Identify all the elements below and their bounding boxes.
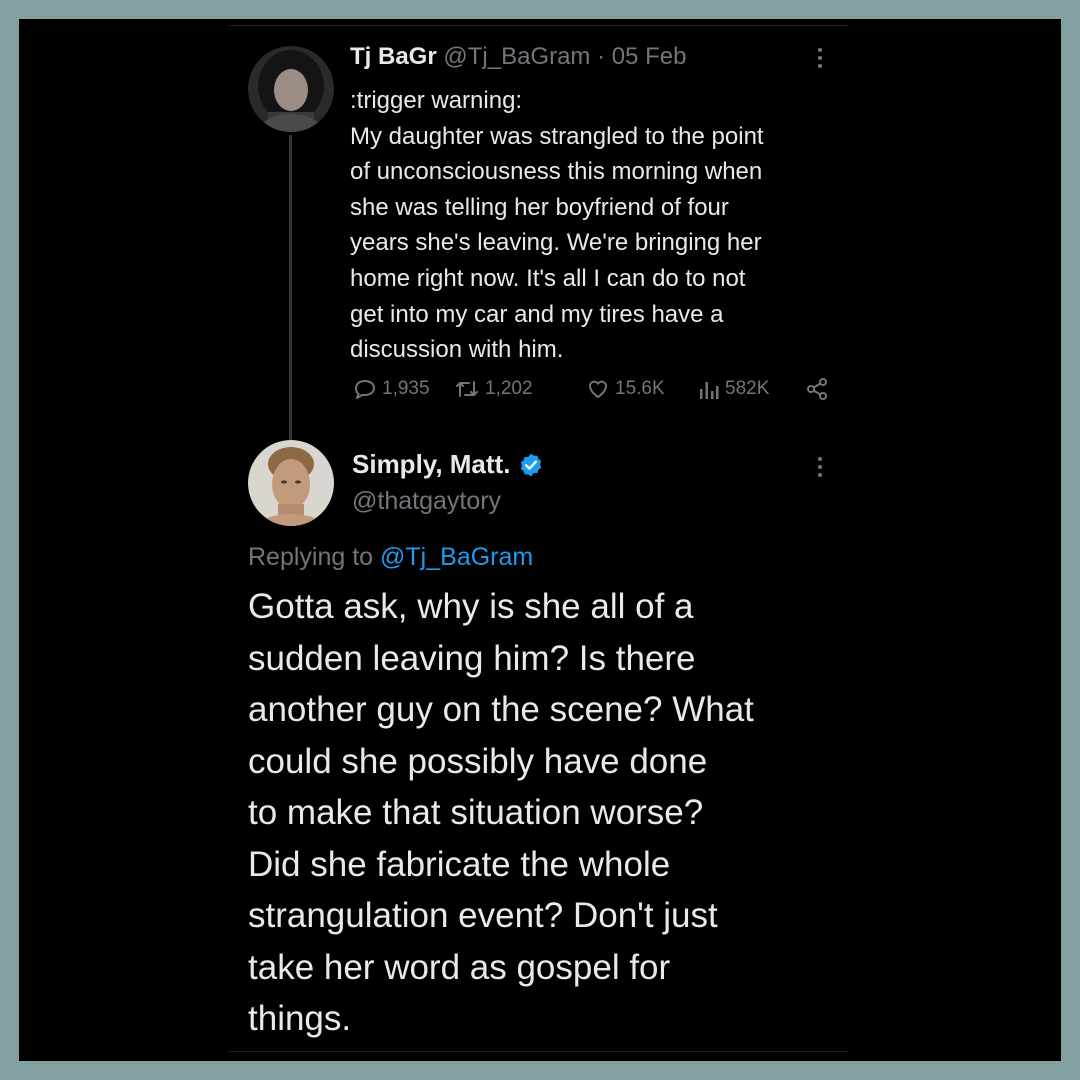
reply-button[interactable]: 1,935 [353, 375, 430, 403]
retweet-icon [456, 381, 478, 397]
reply-author-handle[interactable]: @thatgaytory [352, 487, 501, 516]
views-icon [700, 382, 719, 399]
reply-text: Gotta ask, why is she all of a sudden le… [248, 587, 754, 1038]
avatar-simply-matt[interactable] [248, 440, 334, 526]
reply-count: 1,935 [382, 378, 430, 399]
tweet-text: :trigger warning: My daughter was strang… [350, 87, 764, 364]
divider [229, 1051, 849, 1052]
retweet-button[interactable]: 1,202 [454, 375, 533, 403]
author-handle[interactable]: @Tj_BaGram [443, 43, 590, 70]
screenshot-frame: Tj BaGr @Tj_BaGram · 05 Feb :trigger war… [19, 19, 1061, 1061]
share-icon [807, 378, 827, 400]
tweet-header: Tj BaGr @Tj_BaGram · 05 Feb [350, 43, 686, 71]
avatar-tj-bagr[interactable] [248, 46, 334, 132]
share-button[interactable] [805, 375, 829, 403]
reply-author-header: Simply, Matt. [352, 449, 544, 480]
reply-more-options-icon[interactable] [810, 455, 830, 479]
meta-separator: · [590, 43, 612, 70]
like-button[interactable]: 15.6K [586, 375, 665, 403]
tweet-date[interactable]: 05 Feb [612, 43, 687, 70]
thread-connector-line [289, 135, 292, 453]
author-name[interactable]: Tj BaGr [350, 43, 437, 70]
divider [229, 25, 849, 26]
verified-badge-icon [521, 453, 542, 476]
more-options-icon[interactable] [810, 46, 830, 70]
reply-icon [355, 380, 375, 399]
like-count: 15.6K [615, 378, 665, 399]
replying-to-link[interactable]: @Tj_BaGram [380, 543, 533, 571]
like-icon [588, 380, 608, 398]
replying-to-label: Replying to [248, 543, 381, 571]
replying-to-line: Replying to @Tj_BaGram [248, 543, 533, 572]
reply-author-name[interactable]: Simply, Matt. [352, 449, 510, 480]
tweet-actions: 1,935 1,202 15.6K 582K [353, 375, 827, 403]
views-button[interactable]: 582K [698, 375, 769, 403]
views-count: 582K [725, 378, 770, 399]
retweet-count: 1,202 [485, 378, 533, 399]
